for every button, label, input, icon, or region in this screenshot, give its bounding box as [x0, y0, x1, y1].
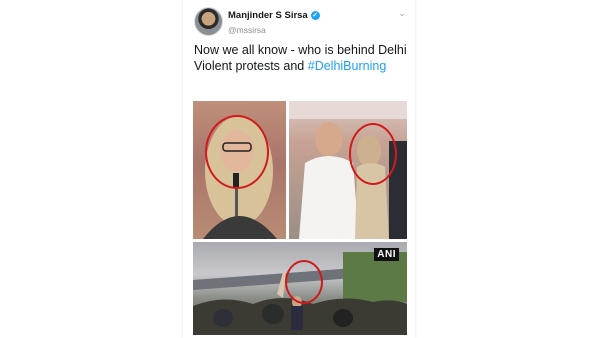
tweet-text: Now we all know - who is behind Delhi Vi… [194, 42, 409, 74]
highlight-circle [349, 123, 397, 185]
hashtag-link[interactable]: #DelhiBurning [308, 59, 387, 73]
highlight-circle [205, 115, 269, 189]
photo-grid[interactable]: ANI [193, 101, 407, 335]
chevron-down-icon[interactable]: ⌄ [397, 8, 407, 18]
display-name[interactable]: Manjinder S Sirsa ✓ [228, 10, 320, 21]
news-watermark: ANI [374, 248, 399, 261]
avatar[interactable] [194, 7, 223, 36]
photo-crowd[interactable]: ANI [193, 242, 407, 335]
photo-group[interactable] [289, 101, 407, 239]
display-name-text[interactable]: Manjinder S Sirsa [228, 10, 308, 21]
tweet-card[interactable]: Manjinder S Sirsa ✓ @mssirsa ⌄ Now we all… [183, 0, 415, 338]
highlight-circle [285, 260, 323, 304]
photo-speaker[interactable] [193, 101, 286, 239]
user-handle[interactable]: @mssirsa [228, 25, 266, 35]
verified-badge-icon: ✓ [310, 10, 320, 20]
